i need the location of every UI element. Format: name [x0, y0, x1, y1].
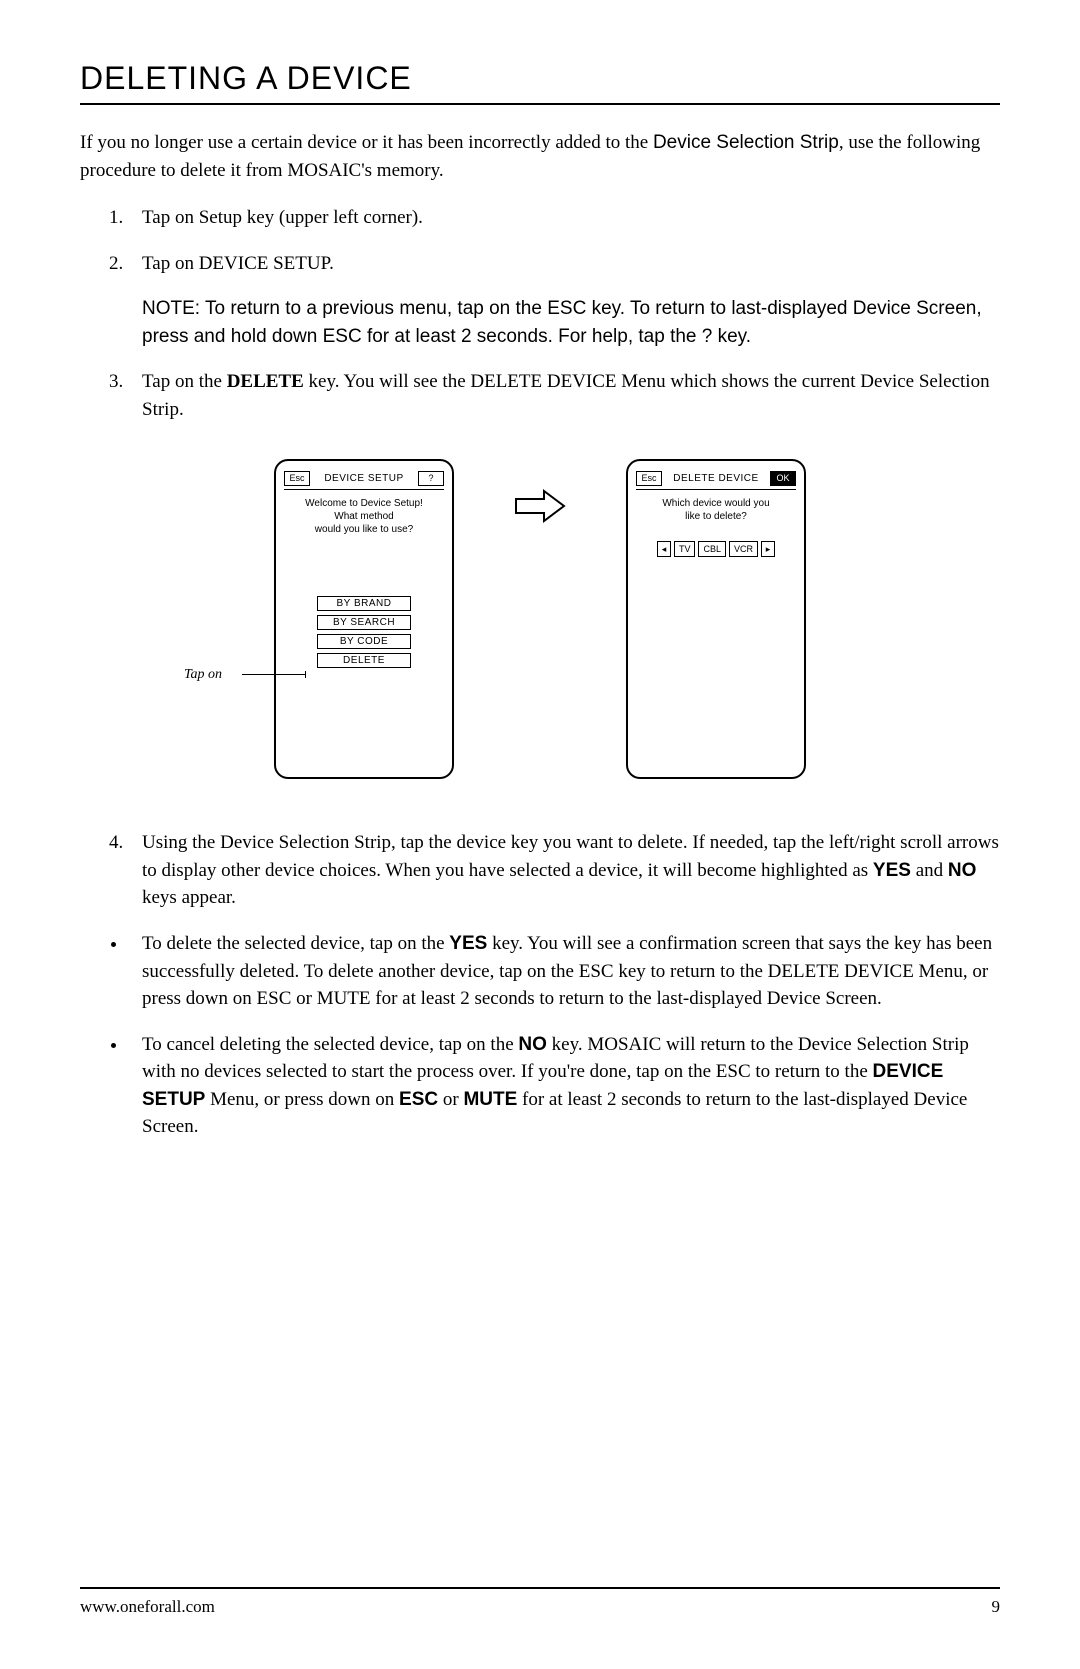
screen1-msg: Welcome to Device Setup! What method wou…	[305, 497, 423, 536]
page-footer: www.oneforall.com 9	[80, 1587, 1000, 1617]
tap-on-leader-line	[242, 674, 306, 675]
bullet-1: To delete the selected device, tap on th…	[128, 930, 1000, 1013]
delete-device-screen: Esc DELETE DEVICE OK Which device would …	[626, 459, 806, 779]
footer-page-number: 9	[992, 1597, 1001, 1617]
scroll-right-button[interactable]: ▸	[761, 541, 775, 557]
screen2-title: DELETE DEVICE	[673, 473, 758, 484]
bullet2-or: or	[438, 1089, 463, 1110]
step4-text-b: keys appear.	[142, 887, 236, 908]
diagram-row: Tap on Esc DEVICE SETUP ? Welcome to Dev…	[80, 459, 1000, 779]
page-title: DELETING A DEVICE	[80, 60, 1000, 105]
screen1-msg-line1: Welcome to Device Setup!	[305, 497, 423, 510]
footer-url: www.oneforall.com	[80, 1597, 215, 1617]
screen2-msg-line2: like to delete?	[662, 510, 769, 523]
by-brand-button[interactable]: BY BRAND	[317, 596, 411, 611]
delete-key-label: DELETE	[227, 371, 304, 392]
bullet1-a: To delete the selected device, tap on th…	[142, 933, 449, 954]
screen2-msg: Which device would you like to delete?	[662, 497, 769, 523]
esc-button[interactable]: Esc	[284, 471, 310, 486]
ok-button[interactable]: OK	[770, 471, 796, 486]
yes-label: YES	[873, 860, 911, 881]
note-text-1: To return to a previous menu, tap on the	[205, 298, 547, 319]
device-cbl-button[interactable]: CBL	[698, 541, 726, 557]
note-esc: ESC	[547, 298, 586, 319]
bullet2-a: To cancel deleting the selected device, …	[142, 1034, 518, 1055]
note-prefix: NOTE:	[142, 298, 205, 319]
step-3: Tap on the DELETE key. You will see the …	[128, 368, 1000, 423]
scroll-left-button[interactable]: ◂	[657, 541, 671, 557]
yes-key-label: YES	[449, 933, 487, 954]
device-vcr-button[interactable]: VCR	[729, 541, 758, 557]
no-key-label: NO	[518, 1034, 547, 1055]
step4-text-a: Using the Device Selection Strip, tap th…	[142, 832, 999, 881]
intro-paragraph: If you no longer use a certain device or…	[80, 129, 1000, 184]
help-button[interactable]: ?	[418, 471, 444, 486]
esc-button[interactable]: Esc	[636, 471, 662, 486]
mute-key-label: MUTE	[463, 1089, 517, 1110]
device-selection-strip-label: Device Selection Strip	[653, 132, 839, 153]
screen1-title: DEVICE SETUP	[324, 473, 403, 484]
delete-button[interactable]: DELETE	[317, 653, 411, 668]
step-4: Using the Device Selection Strip, tap th…	[128, 829, 1000, 912]
device-tv-button[interactable]: TV	[674, 541, 696, 557]
tap-on-leader-tick	[305, 671, 306, 678]
step4-and: and	[911, 860, 948, 881]
screen1-menu: BY BRAND BY SEARCH BY CODE DELETE	[317, 596, 411, 668]
screen-1-wrap: Tap on Esc DEVICE SETUP ? Welcome to Dev…	[274, 459, 454, 779]
bullet2-c: Menu, or press down on	[205, 1089, 399, 1110]
bullet-2: To cancel deleting the selected device, …	[128, 1031, 1000, 1141]
no-label: NO	[948, 860, 977, 881]
transition-arrow-icon	[514, 489, 566, 528]
device-selection-strip: ◂ TV CBL VCR ▸	[657, 541, 775, 557]
intro-text-1: If you no longer use a certain device or…	[80, 132, 653, 153]
tap-on-label: Tap on	[184, 667, 222, 683]
note-paragraph: NOTE: To return to a previous menu, tap …	[142, 295, 1000, 350]
by-search-button[interactable]: BY SEARCH	[317, 615, 411, 630]
screen-2-wrap: Esc DELETE DEVICE OK Which device would …	[626, 459, 806, 779]
screen2-msg-line1: Which device would you	[662, 497, 769, 510]
screen1-msg-line2: What method	[305, 510, 423, 523]
device-setup-screen: Esc DEVICE SETUP ? Welcome to Device Set…	[274, 459, 454, 779]
step-2: Tap on DEVICE SETUP.	[128, 250, 1000, 278]
by-code-button[interactable]: BY CODE	[317, 634, 411, 649]
screen1-titlebar: Esc DEVICE SETUP ?	[284, 471, 444, 490]
screen1-msg-line3: would you like to use?	[305, 523, 423, 536]
esc-key-label: ESC	[399, 1089, 438, 1110]
step3-text-a: Tap on the	[142, 371, 227, 392]
screen2-titlebar: Esc DELETE DEVICE OK	[636, 471, 796, 490]
step-1: Tap on Setup key (upper left corner).	[128, 204, 1000, 232]
